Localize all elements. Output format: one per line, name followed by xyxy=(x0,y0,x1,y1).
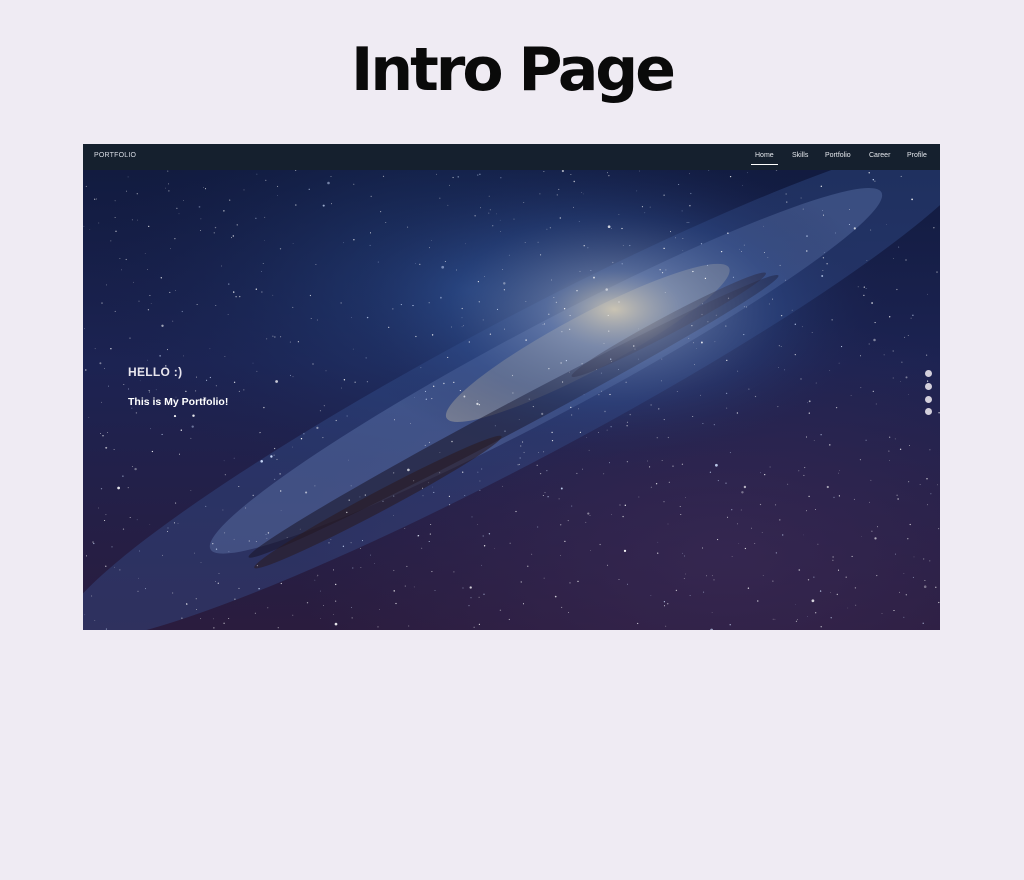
page-title: Intro Page xyxy=(351,35,676,105)
top-navbar: PORTFOLIO Home Skills Portfolio Career P… xyxy=(83,144,940,170)
brand-logo[interactable]: PORTFOLIO xyxy=(94,152,136,159)
website-preview: PORTFOLIO Home Skills Portfolio Career P… xyxy=(83,144,940,630)
nav-item-career[interactable]: Career xyxy=(869,152,890,159)
section-dot-1[interactable] xyxy=(925,370,932,377)
nav-item-profile[interactable]: Profile xyxy=(907,152,927,159)
hero-greeting: HELLO :) xyxy=(128,365,183,379)
hero-background-image xyxy=(83,144,940,630)
nav-item-portfolio[interactable]: Portfolio xyxy=(825,152,851,159)
section-dot-4[interactable] xyxy=(925,408,932,415)
section-dot-2[interactable] xyxy=(925,383,932,390)
nav-item-home[interactable]: Home xyxy=(751,152,778,165)
hero-subtitle: This is My Portfolio! xyxy=(128,396,229,408)
nav-item-skills[interactable]: Skills xyxy=(792,152,808,159)
section-dot-3[interactable] xyxy=(925,396,932,403)
